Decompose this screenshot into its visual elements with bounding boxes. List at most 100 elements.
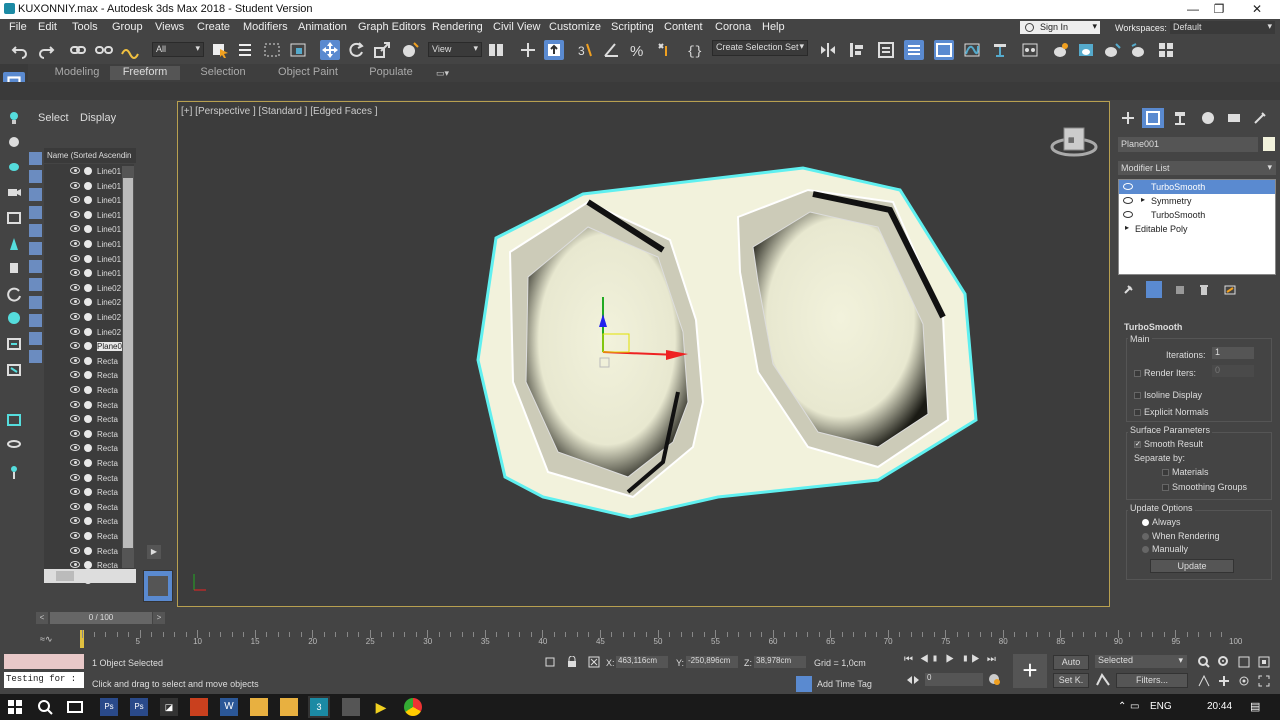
- list-item[interactable]: Recta: [44, 427, 134, 442]
- select-and-scale-button[interactable]: [372, 40, 392, 60]
- explorer-expand-button[interactable]: ▶: [147, 545, 161, 559]
- when-rendering-radio[interactable]: [1142, 533, 1149, 540]
- eye-icon[interactable]: [70, 561, 80, 569]
- hierarchy-tab-icon[interactable]: [1172, 110, 1188, 126]
- render-iters-spinner[interactable]: 0: [1212, 365, 1254, 377]
- link-button[interactable]: [68, 40, 88, 60]
- 3dsmax-icon[interactable]: 3: [308, 696, 330, 718]
- eye-icon[interactable]: [1123, 197, 1133, 204]
- scrollbar-thumb[interactable]: [123, 178, 133, 548]
- explicit-normals-checkbox[interactable]: [1134, 409, 1141, 416]
- word-icon[interactable]: W: [220, 698, 238, 716]
- eye-icon[interactable]: [70, 210, 80, 218]
- filter-hidden-button[interactable]: [29, 350, 42, 363]
- container-icon[interactable]: [6, 336, 22, 352]
- lamp-icon[interactable]: [6, 260, 22, 276]
- eye-icon[interactable]: [70, 181, 80, 189]
- folder-icon[interactable]: [280, 698, 298, 716]
- language-indicator[interactable]: ENG: [1150, 701, 1172, 712]
- file-explorer-icon[interactable]: [250, 698, 268, 716]
- pan-icon[interactable]: [1218, 675, 1230, 687]
- place-button[interactable]: [400, 40, 420, 60]
- list-item[interactable]: Recta: [44, 471, 134, 486]
- list-item[interactable]: Recta: [44, 544, 134, 559]
- list-item[interactable]: Recta: [44, 441, 134, 456]
- angle-snap-button[interactable]: [602, 40, 622, 60]
- menu-civil-view[interactable]: Civil View: [493, 21, 540, 33]
- eye-icon[interactable]: [70, 546, 80, 554]
- eye-icon[interactable]: [70, 356, 80, 364]
- orbit-icon[interactable]: [1238, 675, 1250, 687]
- track-bar[interactable]: ≈∿ 5 10 15 20 25 30 35 40 45 50 55 60 65 70 75 80 85 90 95…: [0, 628, 1280, 650]
- absolute-mode-icon[interactable]: [588, 656, 600, 668]
- list-item[interactable]: Recta: [44, 514, 134, 529]
- eye-icon[interactable]: [70, 532, 80, 539]
- set-key-button[interactable]: Set K.: [1053, 673, 1089, 688]
- pin-stack-icon[interactable]: [1122, 284, 1134, 296]
- tab-object-paint[interactable]: Object Paint: [272, 66, 344, 80]
- tab-select[interactable]: Select: [38, 112, 69, 124]
- eye-toggle-icon[interactable]: [6, 436, 22, 452]
- close-button[interactable]: ✕: [1240, 0, 1274, 19]
- workspace-dropdown[interactable]: Default ▾: [1170, 21, 1275, 34]
- eye-icon[interactable]: [70, 342, 80, 350]
- list-item[interactable]: Recta: [44, 456, 134, 471]
- list-item[interactable]: Recta: [44, 383, 134, 398]
- list-item[interactable]: Recta: [44, 354, 134, 369]
- rendered-frame-window-button[interactable]: [1076, 40, 1096, 60]
- zoom-all-icon[interactable]: [1218, 656, 1230, 668]
- eye-icon[interactable]: [70, 313, 80, 320]
- maxscript-listener-top[interactable]: [4, 654, 84, 669]
- align-button[interactable]: [846, 40, 866, 60]
- selection-region-button[interactable]: [262, 40, 282, 60]
- list-item[interactable]: Line02: [44, 295, 134, 310]
- expand-arrow-icon[interactable]: ▸: [1141, 195, 1145, 204]
- tray-chevron-icon[interactable]: ⌃: [1118, 701, 1126, 712]
- select-manipulate-button[interactable]: [518, 40, 538, 60]
- layer-toolbar-button[interactable]: [143, 570, 173, 602]
- eye-icon[interactable]: [70, 473, 80, 481]
- create-tab-icon[interactable]: [1120, 110, 1136, 126]
- toggle-ribbon-button[interactable]: [934, 40, 954, 60]
- make-unique-icon[interactable]: [1174, 284, 1186, 296]
- isolate-selection-icon[interactable]: [544, 656, 556, 668]
- filter-spacewarps-button[interactable]: [29, 242, 42, 255]
- add-time-tag[interactable]: Add Time Tag: [817, 679, 872, 689]
- media-player-icon[interactable]: ▶: [372, 698, 390, 716]
- motion-tab-icon[interactable]: [1200, 110, 1216, 126]
- viewcube[interactable]: ▦: [1050, 127, 1098, 157]
- select-and-move-button[interactable]: [320, 40, 340, 60]
- key-filter-dropdown[interactable]: Selected ▾: [1095, 655, 1187, 668]
- undo-button[interactable]: [10, 40, 30, 60]
- update-button[interactable]: Update: [1150, 559, 1234, 573]
- eye-icon[interactable]: [70, 167, 80, 174]
- toggle-scene-explorer-button[interactable]: [876, 40, 896, 60]
- windows-start-icon[interactable]: [6, 698, 24, 716]
- eye-icon[interactable]: [70, 415, 80, 423]
- list-item[interactable]: Plane0: [44, 339, 134, 354]
- list-item[interactable]: Recta: [44, 529, 134, 544]
- list-item[interactable]: Line02: [44, 310, 134, 325]
- list-item[interactable]: Line01: [44, 208, 134, 223]
- eye-icon[interactable]: [70, 240, 80, 247]
- display-tab-icon[interactable]: [1226, 110, 1242, 126]
- eye-icon[interactable]: [1123, 211, 1133, 218]
- render-in-cloud-button[interactable]: [1128, 40, 1148, 60]
- menu-views[interactable]: Views: [155, 21, 184, 33]
- app-icon-3[interactable]: ◪: [160, 698, 178, 716]
- eye-icon[interactable]: [70, 225, 80, 233]
- object-color-swatch[interactable]: [1263, 137, 1275, 151]
- list-item[interactable]: Line01: [44, 222, 134, 237]
- menu-modifiers[interactable]: Modifiers: [243, 21, 288, 33]
- eye-icon[interactable]: [70, 196, 80, 204]
- render-production-button[interactable]: [1102, 40, 1122, 60]
- tab-modeling[interactable]: Modeling: [48, 66, 106, 80]
- lock-icon[interactable]: [566, 656, 578, 668]
- filter-bones-button[interactable]: [29, 296, 42, 309]
- list-item[interactable]: Recta: [44, 485, 134, 500]
- percent-snap-button[interactable]: %: [628, 40, 648, 60]
- eye-icon[interactable]: [70, 502, 80, 510]
- filter-groups-button[interactable]: [29, 260, 42, 273]
- eye-icon[interactable]: [70, 386, 80, 393]
- menu-customize[interactable]: Customize: [549, 21, 601, 33]
